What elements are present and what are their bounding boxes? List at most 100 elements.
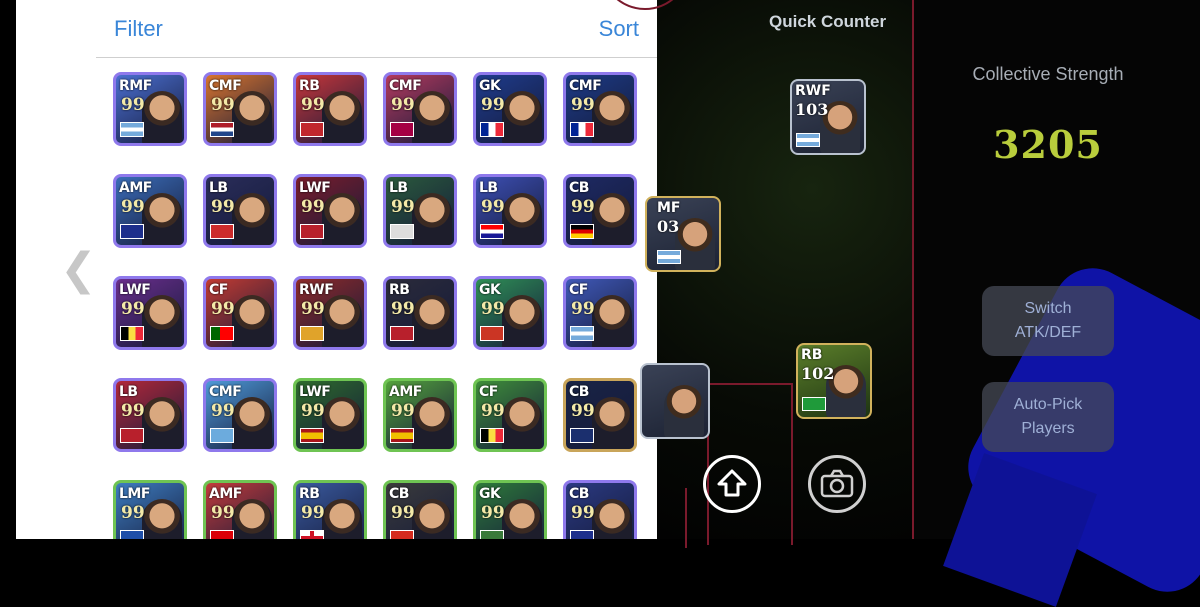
pitch-sideline [912, 0, 914, 539]
card-position: CB [389, 486, 409, 502]
milan-flag-icon [300, 224, 324, 239]
player-face [322, 397, 362, 449]
card-rating: 99 [121, 401, 145, 421]
camera-icon[interactable] [808, 455, 866, 513]
player-card[interactable]: RB 99 [293, 480, 367, 539]
card-rating: 99 [391, 503, 415, 523]
player-card[interactable]: CB 99 [383, 480, 457, 539]
player-card[interactable]: GK 99 [473, 276, 547, 350]
player-card[interactable]: AMF 99 [383, 378, 457, 452]
spain-flag-icon [390, 428, 414, 443]
player-card[interactable]: LB 99 [113, 378, 187, 452]
formation-title: Quick Counter [769, 12, 887, 31]
player-card[interactable]: LB 99 [203, 174, 277, 248]
player-card[interactable]: CMF 99 [203, 378, 277, 452]
player-card[interactable]: GK 99 [473, 480, 547, 539]
argentina-flag-icon [120, 122, 144, 137]
england-flag-icon [300, 530, 324, 539]
player-card[interactable]: CMF 99 [563, 72, 637, 146]
player-card[interactable]: GK 99 [473, 72, 547, 146]
player-card[interactable]: AMF 99 [203, 480, 277, 539]
player-face [412, 499, 452, 539]
card-position: LB [209, 180, 228, 196]
player-card[interactable]: LB 99 [473, 174, 547, 248]
card-position: RWF [299, 282, 334, 298]
card-position: LWF [299, 384, 331, 400]
player-face [232, 397, 272, 449]
player-face [502, 91, 542, 143]
switch-atk-def-button[interactable]: Switch ATK/DEF [982, 286, 1114, 356]
player-card[interactable]: LB 99 [383, 174, 457, 248]
player-face [592, 295, 632, 347]
player-face [592, 499, 632, 539]
card-rating: 99 [481, 95, 505, 115]
milan-flag-icon [120, 428, 144, 443]
card-rating: 99 [391, 197, 415, 217]
player-card[interactable]: CB 99 [563, 378, 637, 452]
argentina-flag-icon [570, 326, 594, 341]
player-card[interactable]: RMF 99 [113, 72, 187, 146]
card-position: RB [389, 282, 410, 298]
card-rating: 99 [571, 299, 595, 319]
player-card[interactable]: CF 99 [563, 276, 637, 350]
card-rating: 99 [301, 401, 325, 421]
player-face [232, 193, 272, 245]
card-rating: 99 [391, 401, 415, 421]
player-card[interactable]: AMF 99 [113, 174, 187, 248]
field-player-card[interactable]: MF 03 [645, 196, 721, 272]
player-card[interactable]: LWF 99 [113, 276, 187, 350]
player-card[interactable]: CMF 99 [383, 72, 457, 146]
club3-flag-icon [480, 530, 504, 539]
player-card[interactable]: CB 99 [563, 174, 637, 248]
left-edge [0, 0, 16, 539]
card-position: RB [299, 78, 320, 94]
filter-button[interactable]: Filter [114, 16, 163, 42]
card-rating: 103 [795, 100, 829, 119]
pitch-line [657, 488, 687, 548]
field-player-card[interactable]: RWF 103 [790, 79, 866, 155]
player-card[interactable]: CMF 99 [203, 72, 277, 146]
card-rating: 102 [801, 364, 835, 383]
milan-flag-icon [390, 326, 414, 341]
argentina-flag-icon [657, 250, 681, 264]
card-rating: 99 [211, 95, 235, 115]
player-face [232, 91, 272, 143]
player-card[interactable]: LWF 99 [293, 174, 367, 248]
card-position: RMF [119, 78, 152, 94]
player-face [592, 193, 632, 245]
player-face [412, 295, 452, 347]
player-card[interactable]: LWF 99 [293, 378, 367, 452]
auto-pick-players-button[interactable]: Auto-Pick Players [982, 382, 1114, 452]
card-rating: 99 [481, 197, 505, 217]
player-card[interactable]: RB 99 [293, 72, 367, 146]
card-position: LWF [119, 282, 151, 298]
card-position: MF [657, 200, 681, 216]
sort-button[interactable]: Sort [599, 16, 639, 42]
card-rating: 99 [301, 503, 325, 523]
player-card[interactable]: CF 99 [473, 378, 547, 452]
card-position: AMF [119, 180, 152, 196]
card-position: CMF [209, 78, 242, 94]
collective-strength-value: 3205 [993, 122, 1103, 167]
field-player-card[interactable] [640, 363, 710, 439]
club2-flag-icon [390, 224, 414, 239]
player-face [502, 397, 542, 449]
chevron-left-icon[interactable]: ❮ [60, 248, 97, 292]
player-face [232, 499, 272, 539]
player-card[interactable]: CF 99 [203, 276, 277, 350]
card-position: CF [569, 282, 588, 298]
player-face [142, 295, 182, 347]
croatia-flag-icon [480, 224, 504, 239]
card-position: CMF [209, 384, 242, 400]
upload-icon[interactable] [703, 455, 761, 513]
field-player-card[interactable]: RB 102 [796, 343, 872, 419]
card-position: CB [569, 180, 589, 196]
player-card[interactable]: CB 99 [563, 480, 637, 539]
player-card[interactable]: RWF 99 [293, 276, 367, 350]
player-card[interactable]: LMF 99 [113, 480, 187, 539]
card-rating: 99 [481, 503, 505, 523]
card-rating: 99 [571, 197, 595, 217]
player-card[interactable]: RB 99 [383, 276, 457, 350]
spain-flag-icon [300, 428, 324, 443]
card-position: CF [479, 384, 498, 400]
